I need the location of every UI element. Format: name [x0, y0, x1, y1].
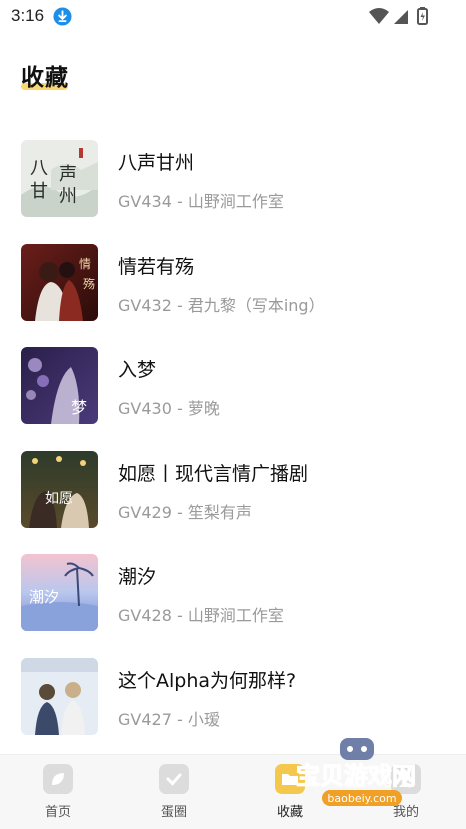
list-item[interactable]: 潮汐 潮汐 GV428 - 山野涧工作室 — [0, 552, 466, 656]
svg-text:潮汐: 潮汐 — [29, 588, 59, 606]
item-title: 情若有殇 — [118, 255, 195, 278]
watermark-url: baobeiy.com — [327, 792, 396, 805]
list-item[interactable]: 梦 入梦 GV430 - 萝晚 — [0, 345, 466, 449]
item-title: 八声甘州 — [118, 152, 195, 174]
svg-text:梦: 梦 — [71, 398, 87, 417]
item-title: 潮汐 — [118, 566, 157, 588]
leaf-icon — [43, 764, 73, 794]
cover-image — [21, 657, 98, 735]
list-item[interactable]: 如愿 如愿丨现代言情广播剧 GV429 - 笙梨有声 — [0, 449, 466, 553]
svg-text:八: 八 — [30, 158, 48, 179]
svg-text:州: 州 — [59, 186, 77, 207]
page-title: 收藏 — [21, 65, 69, 91]
svg-text:情: 情 — [79, 257, 91, 271]
item-title: 如愿丨现代言情广播剧 — [118, 462, 309, 485]
watermark-logo: 宝贝游戏网 baobeiy.com — [296, 738, 417, 806]
watermark-text: 宝贝游戏网 — [296, 762, 416, 790]
wifi-icon — [369, 8, 389, 24]
item-title: 这个Alpha为何那样? — [118, 669, 297, 692]
tab-circle[interactable]: 蛋圈 — [116, 755, 232, 829]
tab-home[interactable]: 首页 — [0, 755, 116, 829]
status-bar: 3:16 — [0, 0, 466, 34]
list-item[interactable]: 情 殇 情若有殇 GV432 - 君九黎（写本ing） — [0, 242, 466, 346]
item-subtitle: GV427 - 小瑷 — [118, 709, 220, 729]
svg-text:声: 声 — [59, 164, 77, 185]
cover-image: 八 甘 声 州 — [21, 140, 98, 217]
tab-label: 蛋圈 — [160, 805, 187, 820]
item-subtitle: GV429 - 笙梨有声 — [118, 502, 252, 522]
svg-text:甘: 甘 — [30, 181, 48, 202]
check-icon — [159, 764, 189, 794]
cover-image: 潮汐 — [21, 554, 98, 631]
status-icons — [369, 7, 428, 25]
signal-icon — [394, 10, 408, 24]
item-subtitle: GV432 - 君九黎（写本ing） — [118, 295, 325, 315]
status-time: 3:16 — [11, 6, 45, 25]
svg-text:如愿: 如愿 — [45, 491, 73, 507]
item-subtitle: GV430 - 萝晚 — [118, 399, 220, 418]
cover-image: 情 殇 — [21, 243, 98, 321]
item-subtitle: GV428 - 山野涧工作室 — [118, 606, 284, 625]
cover-image: 梦 — [21, 347, 98, 424]
favorites-list: 八 甘 声 州 八声甘州 GV434 - 山野涧工作室 情 殇 情若有殇 GV4… — [0, 138, 466, 759]
tab-label: 首页 — [44, 805, 71, 820]
download-icon — [53, 7, 72, 26]
cover-image: 如愿 — [21, 450, 98, 528]
list-item[interactable]: 八 甘 声 州 八声甘州 GV434 - 山野涧工作室 — [0, 138, 466, 242]
svg-text:殇: 殇 — [83, 277, 95, 291]
item-subtitle: GV434 - 山野涧工作室 — [118, 192, 284, 211]
item-title: 入梦 — [118, 359, 157, 381]
